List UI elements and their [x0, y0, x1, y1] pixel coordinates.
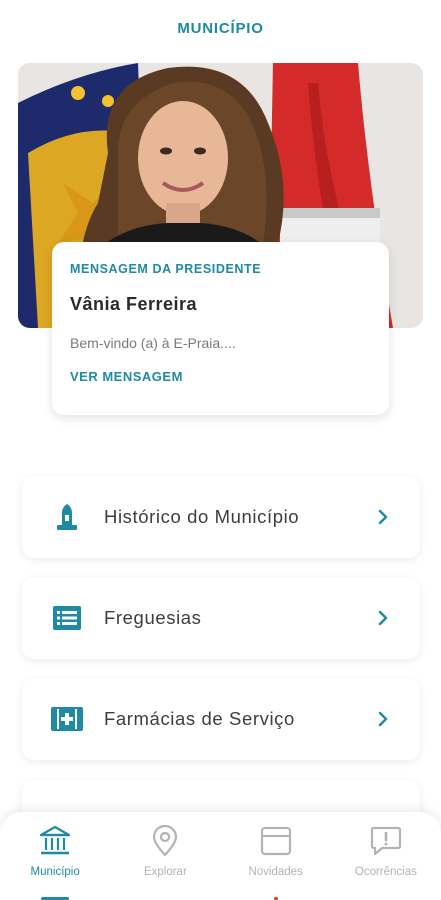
nav-municipio[interactable]: Município [0, 812, 110, 900]
president-message-card: MENSAGEM DA PRESIDENTE Vânia Ferreira Be… [52, 242, 389, 415]
menu-item-farmacias[interactable]: Farmácias de Serviço [22, 678, 420, 760]
bottom-navigation: Município Explorar Novidades Ocorrências [0, 812, 441, 900]
nav-label: Ocorrências [354, 866, 417, 878]
chevron-right-icon [378, 711, 388, 727]
nav-explorar[interactable]: Explorar [110, 812, 220, 900]
chevron-right-icon [378, 509, 388, 525]
nav-ocorrencias[interactable]: Ocorrências [331, 812, 441, 900]
nav-novidades[interactable]: Novidades [221, 812, 331, 900]
menu-item-freguesias[interactable]: Freguesias [22, 577, 420, 659]
nav-label: Município [30, 866, 80, 878]
page-title: MUNICÍPIO [177, 20, 264, 37]
president-name: Vânia Ferreira [70, 294, 198, 314]
nav-label: Novidades [248, 866, 303, 878]
message-preview: Bem-vindo (a) à E-Praia.... [70, 335, 236, 351]
news-icon [260, 826, 291, 856]
menu-item-label: Histórico do Município [104, 506, 300, 527]
menu-item-label: Freguesias [104, 607, 202, 628]
menu-item-label: Farmácias de Serviço [104, 708, 295, 729]
monument-icon [50, 500, 84, 534]
message-kicker: MENSAGEM DA PRESIDENTE [70, 262, 262, 276]
list-icon [50, 601, 84, 635]
chevron-right-icon [378, 610, 388, 626]
building-icon [40, 825, 71, 855]
view-message-link[interactable]: VER MENSAGEM [70, 369, 371, 384]
alert-chat-icon [370, 826, 401, 856]
menu-item-historico[interactable]: Histórico do Município [22, 476, 420, 558]
first-aid-icon [50, 702, 84, 736]
map-pin-icon [153, 824, 178, 857]
nav-label: Explorar [143, 866, 187, 878]
